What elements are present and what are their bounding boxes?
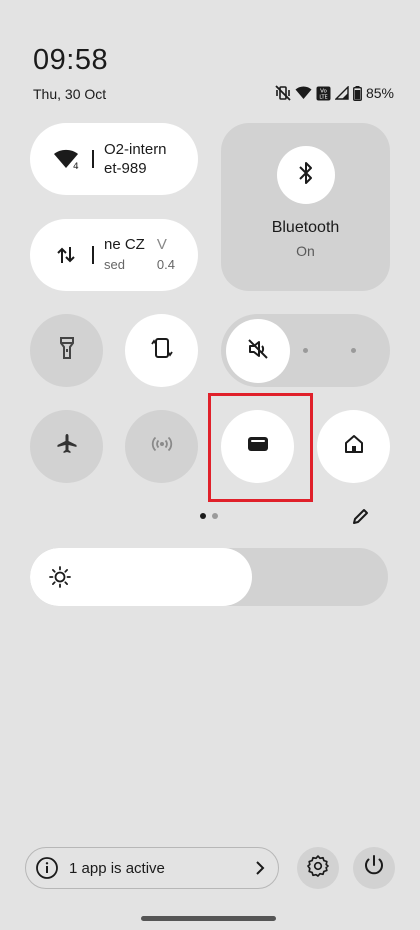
bluetooth-state: On — [296, 243, 315, 259]
bluetooth-label: Bluetooth — [271, 219, 340, 236]
edit-tiles-button[interactable] — [348, 505, 374, 531]
hotspot-tile[interactable] — [125, 410, 198, 483]
power-icon — [362, 854, 386, 883]
active-apps-button[interactable]: 1 app is active — [25, 847, 279, 889]
wifi-icon — [295, 86, 312, 100]
battery-percent: 85% — [365, 85, 394, 101]
wifi-icon: 4 — [52, 145, 80, 173]
brightness-slider[interactable] — [30, 548, 388, 606]
airplane-tile[interactable] — [30, 410, 103, 483]
wifi-name-line1: O2-intern — [104, 141, 167, 158]
mobile-data-tile[interactable]: ne CZ sed V 0.4 — [30, 219, 198, 291]
data-amount: 0.4 — [156, 257, 175, 272]
sound-mode-selector[interactable] — [221, 314, 390, 387]
home-tile[interactable] — [317, 410, 390, 483]
flashlight-icon — [59, 336, 75, 365]
info-icon — [35, 856, 59, 880]
gesture-handle[interactable] — [141, 916, 276, 921]
volte-icon: Vo LTE — [316, 86, 331, 101]
bluetooth-tile[interactable]: Bluetooth On — [221, 123, 390, 291]
sound-off-icon — [246, 337, 270, 366]
power-button[interactable] — [353, 847, 395, 889]
airplane-icon — [55, 432, 79, 461]
svg-text:LTE: LTE — [319, 94, 327, 100]
bluetooth-toggle[interactable] — [277, 146, 335, 204]
brightness-icon — [48, 565, 72, 589]
page-indicator-2 — [212, 513, 218, 519]
sound-mode-option-silent[interactable] — [226, 319, 290, 383]
battery-icon — [353, 85, 362, 101]
page-indicator-1 — [200, 513, 206, 519]
carrier-name-2: V — [156, 236, 167, 253]
tile-divider — [92, 150, 94, 168]
tile-divider — [92, 246, 94, 264]
wifi-name-line2: et-989 — [104, 160, 147, 177]
highlight-box — [208, 393, 313, 502]
wifi-network-name: O2-intern et-989 — [104, 140, 167, 178]
svg-text:4: 4 — [73, 162, 79, 170]
auto-rotate-tile[interactable] — [125, 314, 198, 387]
clock: 09:58 — [33, 44, 109, 76]
data-arrows-icon — [52, 241, 80, 269]
signal-icon — [334, 86, 349, 100]
home-icon — [343, 433, 365, 460]
settings-icon — [306, 854, 330, 883]
auto-rotate-icon — [150, 336, 174, 365]
status-icons: Vo LTE 85% — [275, 85, 394, 101]
flashlight-tile[interactable] — [30, 314, 103, 387]
settings-button[interactable] — [297, 847, 339, 889]
pencil-icon — [351, 506, 371, 531]
data-used: sed — [104, 257, 125, 272]
sound-mode-option-vibrate[interactable] — [303, 348, 308, 353]
active-apps-label: 1 app is active — [69, 859, 165, 877]
date: Thu, 30 Oct — [33, 86, 107, 102]
chevron-right-icon — [254, 860, 266, 876]
carrier-info: ne CZ sed V 0.4 — [104, 235, 175, 275]
vibrate-off-icon — [275, 85, 291, 101]
wifi-tile[interactable]: 4 O2-intern et-989 — [30, 123, 198, 195]
hotspot-icon — [150, 432, 174, 461]
bluetooth-icon — [297, 161, 315, 190]
sound-mode-option-ring[interactable] — [351, 348, 356, 353]
carrier-name: ne CZ — [104, 236, 145, 253]
